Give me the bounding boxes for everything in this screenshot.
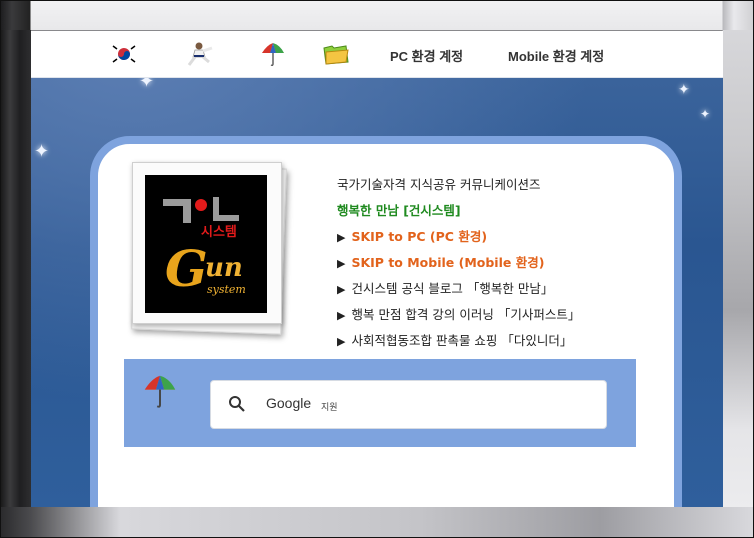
screenshot-border bbox=[0, 0, 754, 538]
